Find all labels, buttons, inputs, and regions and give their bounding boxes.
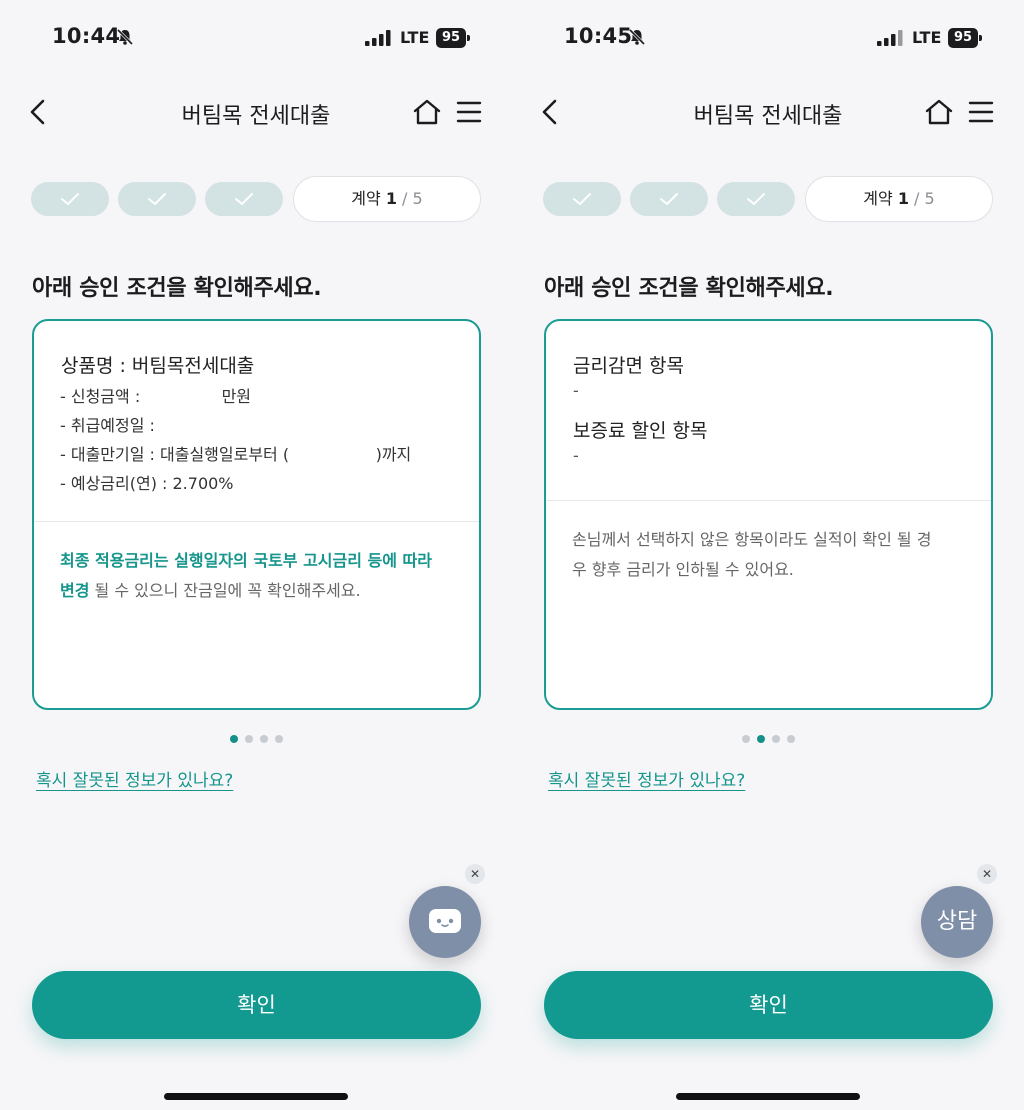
menu-icon[interactable] (456, 100, 482, 124)
status-time: 10:45 (564, 24, 633, 48)
rate-discount-title: 금리감면 항목 (573, 355, 684, 377)
wrong-info-link[interactable]: 혹시 잘못된 정보가 있나요? (548, 766, 745, 791)
home-icon[interactable] (412, 98, 442, 126)
guarantee-discount-value: - (573, 446, 579, 465)
check-icon (660, 193, 678, 205)
network-label: LTE (912, 28, 942, 47)
pagination-dots[interactable] (0, 735, 512, 743)
step-completed-2 (630, 182, 708, 216)
page-dot[interactable] (244, 735, 253, 743)
card-divider (34, 521, 479, 522)
page-dot[interactable] (741, 735, 750, 743)
detail-rate: - 예상금리(연) : 2.700% (60, 474, 234, 493)
step-current-number: 1 (385, 189, 397, 208)
bell-muted-icon (628, 28, 646, 46)
home-indicator (676, 1093, 860, 1100)
detail-amount: - 신청금액 : 만원 (60, 387, 252, 406)
check-icon (573, 193, 591, 205)
detail-maturity: - 대출만기일 : 대출실행일로부터 ( )까지 (60, 445, 412, 464)
approval-conditions-card: 금리감면 항목 - 보증료 할인 항목 - 손님께서 선택하지 않은 항목이라도… (544, 319, 993, 710)
check-icon (747, 193, 765, 205)
battery-level: 95 (948, 28, 978, 48)
approval-conditions-card: 상품명 : 버팀목전세대출 - 신청금액 : 만원 - 취급예정일 : - 대출… (32, 319, 481, 710)
chat-bubble-icon (429, 909, 461, 933)
rate-cut-notice: 손님께서 선택하지 않은 항목이라도 실적이 확인 될 경 우 향후 금리가 인… (572, 525, 972, 585)
confirm-button[interactable]: 확인 (544, 971, 993, 1039)
page-dot[interactable] (786, 735, 795, 743)
screen-right: 10:45 LTE 95 버팀목 전세대출 계약 1 / 5 아래 승인 조건을… (512, 0, 1024, 1110)
page-dot[interactable] (756, 735, 765, 743)
section-heading: 아래 승인 조건을 확인해주세요. (32, 276, 322, 301)
rate-notice: 최종 적용금리는 실행일자의 국토부 고시금리 등에 따라 변경 될 수 있으니… (60, 546, 460, 606)
screen-left: 10:44 LTE 95 버팀목 전세대출 계약 1 / 5 아래 승인 조건을… (0, 0, 512, 1110)
step-completed-3 (205, 182, 283, 216)
rate-discount-value: - (573, 381, 579, 400)
step-current-label: 계약 (863, 189, 893, 208)
signal-icon (365, 30, 391, 46)
page-dot[interactable] (229, 735, 238, 743)
home-icon[interactable] (924, 98, 954, 126)
check-icon (235, 193, 253, 205)
rate-cut-notice-line-1: 손님께서 선택하지 않은 항목이라도 실적이 확인 될 경 (572, 530, 932, 549)
step-total: / 5 (396, 189, 423, 208)
step-completed-3 (717, 182, 795, 216)
product-name: 상품명 : 버팀목전세대출 (61, 355, 255, 377)
home-indicator (164, 1093, 348, 1100)
close-icon[interactable]: ✕ (977, 864, 997, 884)
rate-notice-highlight-2: 변경 (60, 581, 90, 600)
rate-notice-highlight: 최종 적용금리는 실행일자의 국토부 고시금리 등에 따라 (60, 551, 432, 570)
battery-level: 95 (436, 28, 466, 48)
step-completed-1 (543, 182, 621, 216)
check-icon (61, 193, 79, 205)
battery-tip (979, 35, 982, 41)
signal-icon (877, 30, 903, 46)
step-current-number: 1 (897, 189, 909, 208)
guarantee-discount-title: 보증료 할인 항목 (573, 420, 708, 442)
step-current: 계약 1 / 5 (293, 176, 481, 222)
step-current-label: 계약 (351, 189, 381, 208)
rate-notice-rest: 될 수 있으니 잔금일에 꼭 확인해주세요. (89, 581, 361, 600)
close-icon[interactable]: ✕ (465, 864, 485, 884)
network-label: LTE (400, 28, 430, 47)
rate-cut-notice-line-2: 우 향후 금리가 인하될 수 있어요. (572, 560, 794, 579)
step-completed-1 (31, 182, 109, 216)
detail-schedule-date: - 취급예정일 : (60, 416, 155, 435)
section-heading: 아래 승인 조건을 확인해주세요. (544, 276, 834, 301)
check-icon (148, 193, 166, 205)
wrong-info-link[interactable]: 혹시 잘못된 정보가 있나요? (36, 766, 233, 791)
confirm-button[interactable]: 확인 (32, 971, 481, 1039)
status-time: 10:44 (52, 24, 121, 48)
page-dot[interactable] (771, 735, 780, 743)
chat-fab-button[interactable] (409, 886, 481, 958)
battery-tip (467, 35, 470, 41)
step-completed-2 (118, 182, 196, 216)
step-current: 계약 1 / 5 (805, 176, 993, 222)
step-total: / 5 (908, 189, 935, 208)
menu-icon[interactable] (968, 100, 994, 124)
pagination-dots[interactable] (512, 735, 1024, 743)
page-dot[interactable] (259, 735, 268, 743)
card-divider (546, 500, 991, 501)
bell-muted-icon (116, 28, 134, 46)
page-dot[interactable] (274, 735, 283, 743)
consult-fab-button[interactable]: 상담 (921, 886, 993, 958)
